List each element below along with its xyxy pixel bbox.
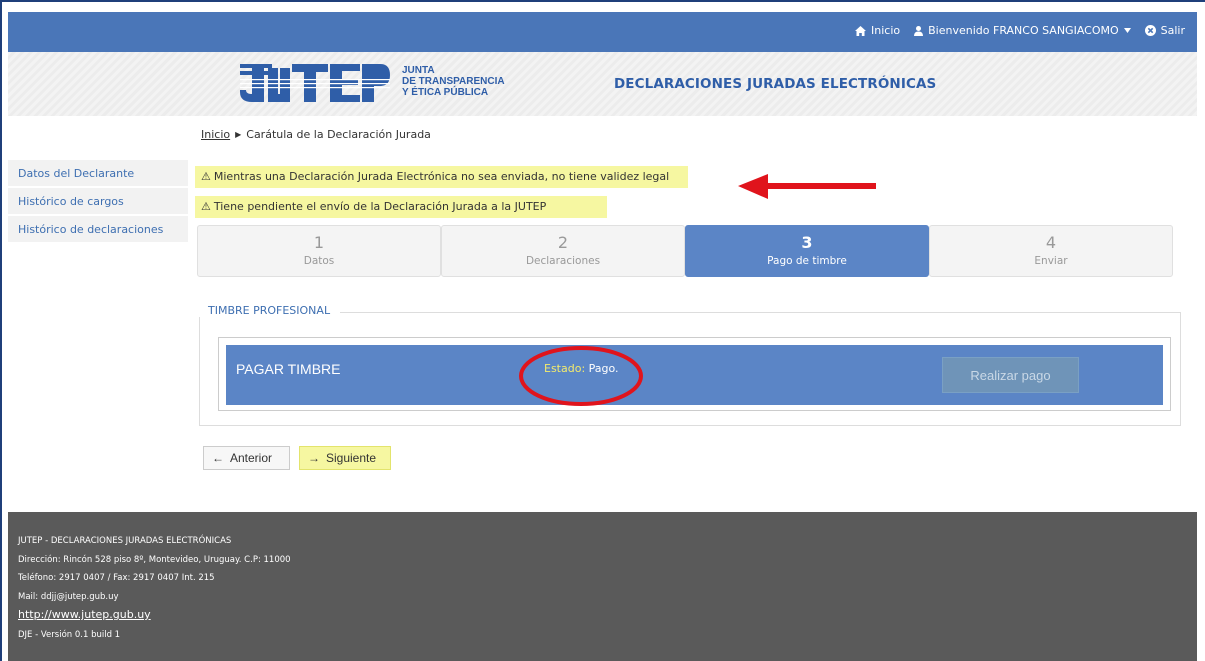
step-label: Enviar — [1034, 255, 1068, 267]
annotation-circle-icon — [519, 346, 643, 406]
logo-text-line: DE TRANSPARENCIA — [402, 76, 505, 87]
pay-panel: PAGAR TIMBRE Estado: Pago. Realizar pago — [218, 337, 1171, 411]
user-menu[interactable]: Bienvenido FRANCO SANGIACOMO — [914, 24, 1131, 37]
step-number: 1 — [313, 233, 325, 252]
logo-text-line: JUNTA — [402, 65, 435, 76]
welcome-label: Bienvenido FRANCO SANGIACOMO — [928, 24, 1119, 37]
step-number: 4 — [1045, 233, 1057, 252]
timbre-legend: TIMBRE PROFESIONAL — [198, 304, 341, 317]
footer-info: JUTEP - DECLARACIONES JURADAS ELECTRÓNIC… — [18, 532, 291, 644]
sidebar-item-historico-declaraciones[interactable]: Histórico de declaraciones — [8, 216, 188, 244]
previous-button[interactable]: ← Anterior — [203, 446, 290, 470]
caret-down-icon — [1123, 28, 1131, 33]
wizard-steps: 1 Datos 2 Declaraciones 3 Pago de timbre… — [197, 225, 1173, 277]
footer-line: Teléfono: 2917 0407 / Fax: 2917 0407 Int… — [18, 573, 215, 583]
footer-line: Mail: ddjj@jutep.gub.uy — [18, 591, 119, 602]
user-icon — [914, 25, 924, 36]
alert-text: Tiene pendiente el envío de la Declaraci… — [213, 200, 547, 213]
footer-version: DJE - Versión 0.1 build 1 — [18, 629, 121, 640]
logout-link[interactable]: Salir — [1144, 24, 1185, 37]
pay-title: PAGAR TIMBRE — [236, 361, 341, 377]
sidebar-item-datos-declarante[interactable]: Datos del Declarante — [8, 160, 188, 188]
top-nav: Inicio Bienvenido FRANCO SANGIACOMO Sali… — [855, 24, 1185, 37]
breadcrumb-current: Carátula de la Declaración Jurada — [246, 128, 431, 141]
step-label: Datos — [303, 255, 335, 267]
top-bar: Inicio Bienvenido FRANCO SANGIACOMO Sali… — [8, 12, 1197, 52]
home-link-label: Inicio — [871, 24, 901, 37]
logo-text-line: Y ÉTICA PÚBLICA — [402, 87, 489, 98]
sidebar: Datos del Declarante Histórico de cargos… — [8, 160, 188, 244]
step-enviar[interactable]: 4 Enviar — [929, 225, 1173, 277]
sidebar-item-historico-cargos[interactable]: Histórico de cargos — [8, 188, 188, 216]
jutep-logo — [240, 64, 390, 102]
logout-label: Salir — [1160, 24, 1185, 37]
home-link[interactable]: Inicio — [855, 24, 900, 37]
pay-button[interactable]: Realizar pago — [942, 357, 1079, 393]
footer-line: Dirección: Rincón 528 piso 8º, Montevide… — [18, 554, 291, 565]
logo-text: JUNTA DE TRANSPARENCIA Y ÉTICA PÚBLICA — [402, 65, 505, 98]
step-datos[interactable]: 1 Datos — [197, 225, 441, 277]
annotation-arrow-icon — [738, 174, 876, 199]
footer-website-link[interactable]: http://www.jutep.gub.uy — [18, 608, 151, 621]
step-label: Declaraciones — [525, 255, 601, 267]
warning-icon: ⚠ — [201, 200, 211, 213]
logout-icon — [1144, 25, 1156, 36]
breadcrumb: Inicio ▶ Carátula de la Declaración Jura… — [201, 128, 431, 141]
pay-bar: PAGAR TIMBRE Estado: Pago. Realizar pago — [226, 345, 1163, 405]
previous-label: Anterior — [230, 451, 273, 465]
next-button[interactable]: → Siguiente — [299, 446, 391, 470]
alert-pending: ⚠ Tiene pendiente el envío de la Declara… — [195, 196, 607, 218]
arrow-right-icon: → — [308, 451, 320, 465]
arrow-left-icon: ← — [212, 451, 224, 465]
header-band: JUNTA DE TRANSPARENCIA Y ÉTICA PÚBLICA D… — [8, 52, 1197, 116]
alert-validity: ⚠ Mientras una Declaración Jurada Electr… — [195, 166, 688, 188]
home-icon — [855, 25, 867, 36]
alert-text: Mientras una Declaración Jurada Electrón… — [213, 170, 670, 183]
step-pago-timbre[interactable]: 3 Pago de timbre — [685, 225, 929, 277]
warning-icon: ⚠ — [201, 170, 211, 183]
step-number: 3 — [801, 233, 813, 252]
step-declaraciones[interactable]: 2 Declaraciones — [441, 225, 685, 277]
breadcrumb-caret-icon: ▶ — [235, 130, 242, 139]
next-label: Siguiente — [326, 451, 377, 465]
site-title: DECLARACIONES JURADAS ELECTRÓNICAS — [614, 76, 937, 92]
breadcrumb-home-link[interactable]: Inicio — [201, 128, 230, 141]
step-number: 2 — [557, 233, 569, 252]
footer: JUTEP - DECLARACIONES JURADAS ELECTRÓNIC… — [8, 512, 1197, 661]
step-label: Pago de timbre — [767, 255, 847, 267]
footer-line: JUTEP - DECLARACIONES JURADAS ELECTRÓNIC… — [18, 536, 232, 546]
